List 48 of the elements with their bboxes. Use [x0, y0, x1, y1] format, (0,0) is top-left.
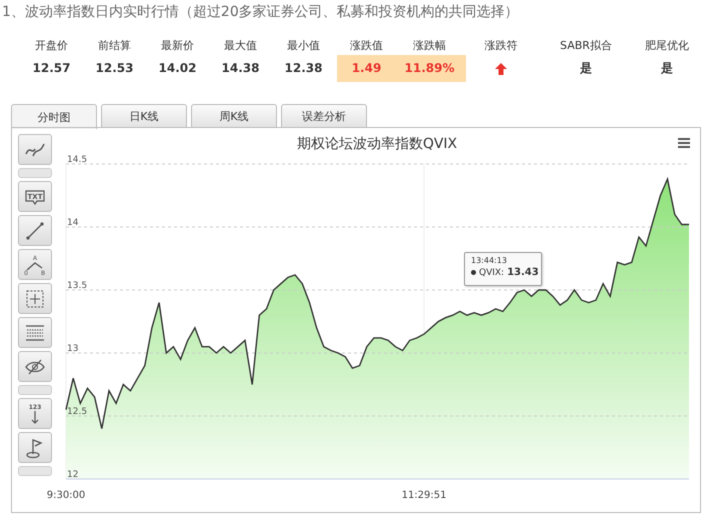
- y-axis-label: 12.5: [67, 407, 88, 417]
- tool-button[interactable]: [18, 134, 52, 165]
- stat-label: 最大值: [224, 38, 257, 54]
- tooltip-value: 13.43: [507, 267, 539, 278]
- y-axis-label: 13: [67, 344, 78, 354]
- stat-value: 是: [580, 60, 592, 77]
- y-axis-label: 13.5: [67, 281, 88, 291]
- toolbar-separator: [18, 385, 52, 395]
- stat-value: 12.38: [284, 60, 322, 77]
- x-axis-label: 9:30:00: [46, 490, 86, 501]
- stat-value: 14.38: [222, 60, 260, 77]
- tool-button[interactable]: [18, 432, 52, 463]
- tooltip-series: QVIX:: [479, 268, 504, 278]
- stat-label: SABR拟合: [560, 38, 612, 54]
- chart-tab[interactable]: 周K线: [191, 104, 277, 128]
- x-axis-label: 11:29:51: [402, 490, 446, 501]
- tool-button[interactable]: [18, 215, 52, 246]
- tool-button[interactable]: [18, 283, 52, 314]
- up-arrow-icon: [495, 62, 507, 74]
- stat-label: 肥尾优化: [645, 38, 689, 54]
- chart-tab[interactable]: 日K线: [101, 104, 187, 128]
- toolbar-separator: [18, 466, 52, 476]
- tool-button[interactable]: [18, 351, 52, 382]
- chart-tab[interactable]: 误差分析: [281, 104, 367, 128]
- stat-value: 是: [661, 60, 673, 77]
- stat-label: 最新价: [161, 38, 194, 54]
- stat-value: 14.02: [158, 60, 196, 77]
- menu-icon[interactable]: [678, 138, 690, 148]
- line-tool-icon: [24, 220, 46, 242]
- stat-label: 开盘价: [35, 38, 68, 54]
- tooltip-time: 13:44:13: [471, 256, 508, 265]
- chart-tab[interactable]: 分时图: [11, 104, 97, 129]
- stat-label: 最小值: [287, 38, 320, 54]
- stat-label: 涨跌符: [484, 38, 518, 54]
- stat-value: 12.57: [32, 60, 70, 77]
- crosshair-icon: [24, 288, 46, 310]
- y-axis-label: 14.5: [67, 155, 88, 165]
- series-dot-icon: [471, 270, 476, 275]
- y-axis-label: 14: [67, 218, 78, 228]
- tool-button[interactable]: [18, 317, 52, 348]
- section-heading: 1、波动率指数日内实时行情（超过20多家证券公司、私募和投资机构的共同选择）: [1, 3, 520, 22]
- y-axis-label: 12: [67, 470, 78, 480]
- chart-title: 期权论坛波动率指数QVIX: [296, 136, 458, 152]
- stat-label: 涨跌值: [350, 38, 383, 54]
- stat-label: 涨跌幅: [413, 38, 446, 54]
- stat-value: 12.53: [96, 60, 134, 77]
- toolbar-separator: [18, 168, 52, 178]
- stat-label: 前结算: [98, 38, 131, 54]
